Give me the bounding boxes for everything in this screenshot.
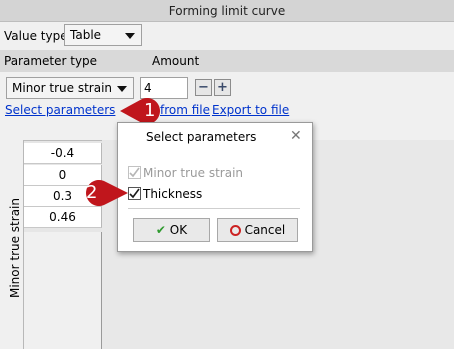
ok-button[interactable]: ✔ OK (133, 218, 210, 242)
option-label: Thickness (143, 187, 203, 201)
checkbox-minor-true-strain[interactable] (128, 166, 141, 179)
check-icon: ✔ (155, 223, 166, 237)
option-thickness[interactable]: Thickness (128, 186, 308, 202)
value-type-select[interactable]: Table (64, 24, 142, 46)
callout-badge-2: 2 (76, 178, 128, 208)
amount-label: Amount (152, 54, 200, 68)
dialog-title: Select parameters (146, 130, 257, 144)
table-axis-label: Minor true strain (8, 198, 22, 299)
value-type-row: Value type Table (0, 22, 454, 50)
chevron-down-icon (117, 86, 127, 92)
option-minor-true-strain[interactable]: Minor true strain (128, 165, 308, 181)
export-to-file-link[interactable]: Export to file (212, 101, 289, 119)
table-row[interactable]: -0.4 (24, 143, 102, 164)
ok-label: OK (169, 223, 188, 237)
parameter-type-label: Parameter type (4, 54, 98, 68)
panel-title: Forming limit curve (0, 0, 454, 22)
callout-number: 2 (86, 182, 98, 203)
select-parameters-link[interactable]: Select parameters (5, 101, 115, 119)
value-type-label: Value type (4, 29, 68, 43)
table-empty-area (24, 232, 102, 349)
decrement-button[interactable]: − (195, 79, 212, 96)
increment-button[interactable]: + (214, 79, 231, 96)
cancel-label: Cancel (244, 223, 286, 237)
close-icon[interactable]: ✕ (290, 127, 302, 145)
parameter-header-row: Parameter type Amount (0, 50, 454, 72)
option-label: Minor true strain (143, 166, 244, 180)
table-row[interactable]: 0.46 (24, 207, 102, 228)
cancel-icon (229, 225, 241, 236)
cancel-button[interactable]: Cancel (217, 218, 298, 242)
parameter-type-select[interactable]: Minor true strain (6, 77, 134, 99)
chevron-down-icon (125, 33, 135, 39)
parameter-type-selected: Minor true strain (12, 81, 113, 95)
callout-number: 1 (144, 100, 156, 121)
dialog-divider (128, 208, 300, 209)
checkbox-thickness[interactable] (128, 187, 141, 200)
value-type-selected: Table (70, 28, 102, 42)
select-parameters-dialog: Select parameters ✕ Minor true strain Th… (117, 122, 313, 252)
